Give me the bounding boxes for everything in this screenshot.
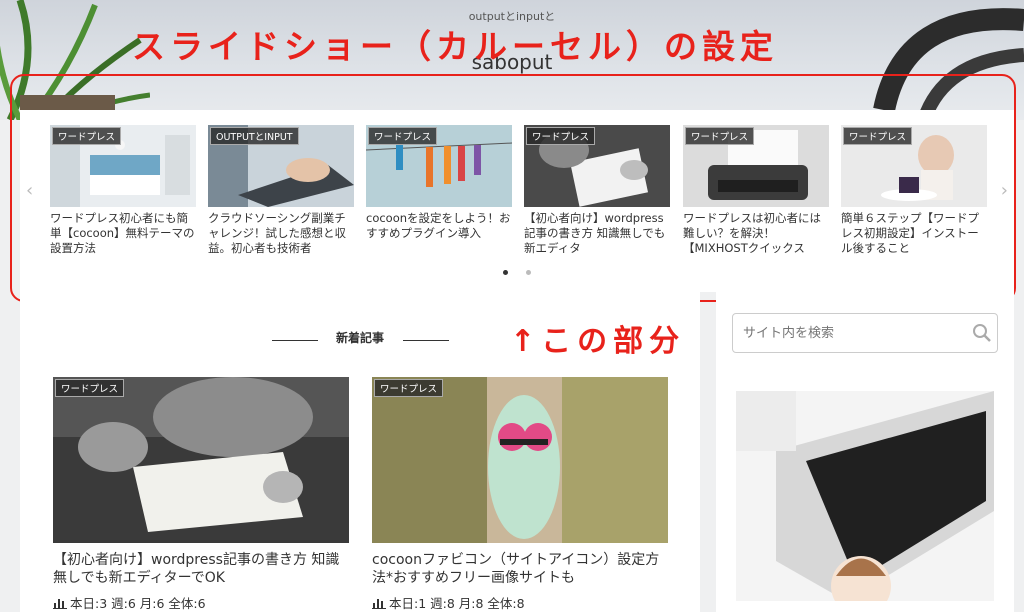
post-card[interactable]: ワードプレス cocoonファビコン（サイトアイコン）設定方法*おすすめフリー画… [372,377,668,612]
bar-chart-icon [53,598,67,609]
post-thumbnail: ワードプレス [372,377,668,543]
sidebar [716,285,1014,612]
post-title[interactable]: 【初心者向け】wordpress記事の書き方 知識無しでも新エディターでOK [53,551,349,587]
bar-chart-icon [372,598,386,609]
annotation-pointer: ↑この部分 [510,324,686,359]
post-card[interactable]: ワードプレス 【初心者向け】wordpress記事の書き方 知識無しでも新エディ… [53,377,349,612]
post-title[interactable]: cocoonファビコン（サイトアイコン）設定方法*おすすめフリー画像サイトも [372,551,668,587]
post-stats: 本日:3 週:6 月:6 全体:6 [53,593,349,612]
annotation-highlight-box [10,74,1016,302]
category-badge: ワードプレス [374,379,444,397]
divider [403,340,449,341]
post-stats-text: 本日:1 週:8 月:8 全体:8 [389,596,525,611]
post-stats-text: 本日:3 週:6 月:6 全体:6 [70,596,206,611]
post-stats: 本日:1 週:8 月:8 全体:8 [372,593,668,612]
post-thumbnail: ワードプレス [53,377,349,543]
search-input[interactable] [732,313,998,353]
search-icon[interactable] [970,321,994,345]
sidebar-image [736,391,994,601]
annotation-title: スライドショー（カルーセル）の設定 [132,27,778,66]
category-badge: ワードプレス [55,379,125,397]
